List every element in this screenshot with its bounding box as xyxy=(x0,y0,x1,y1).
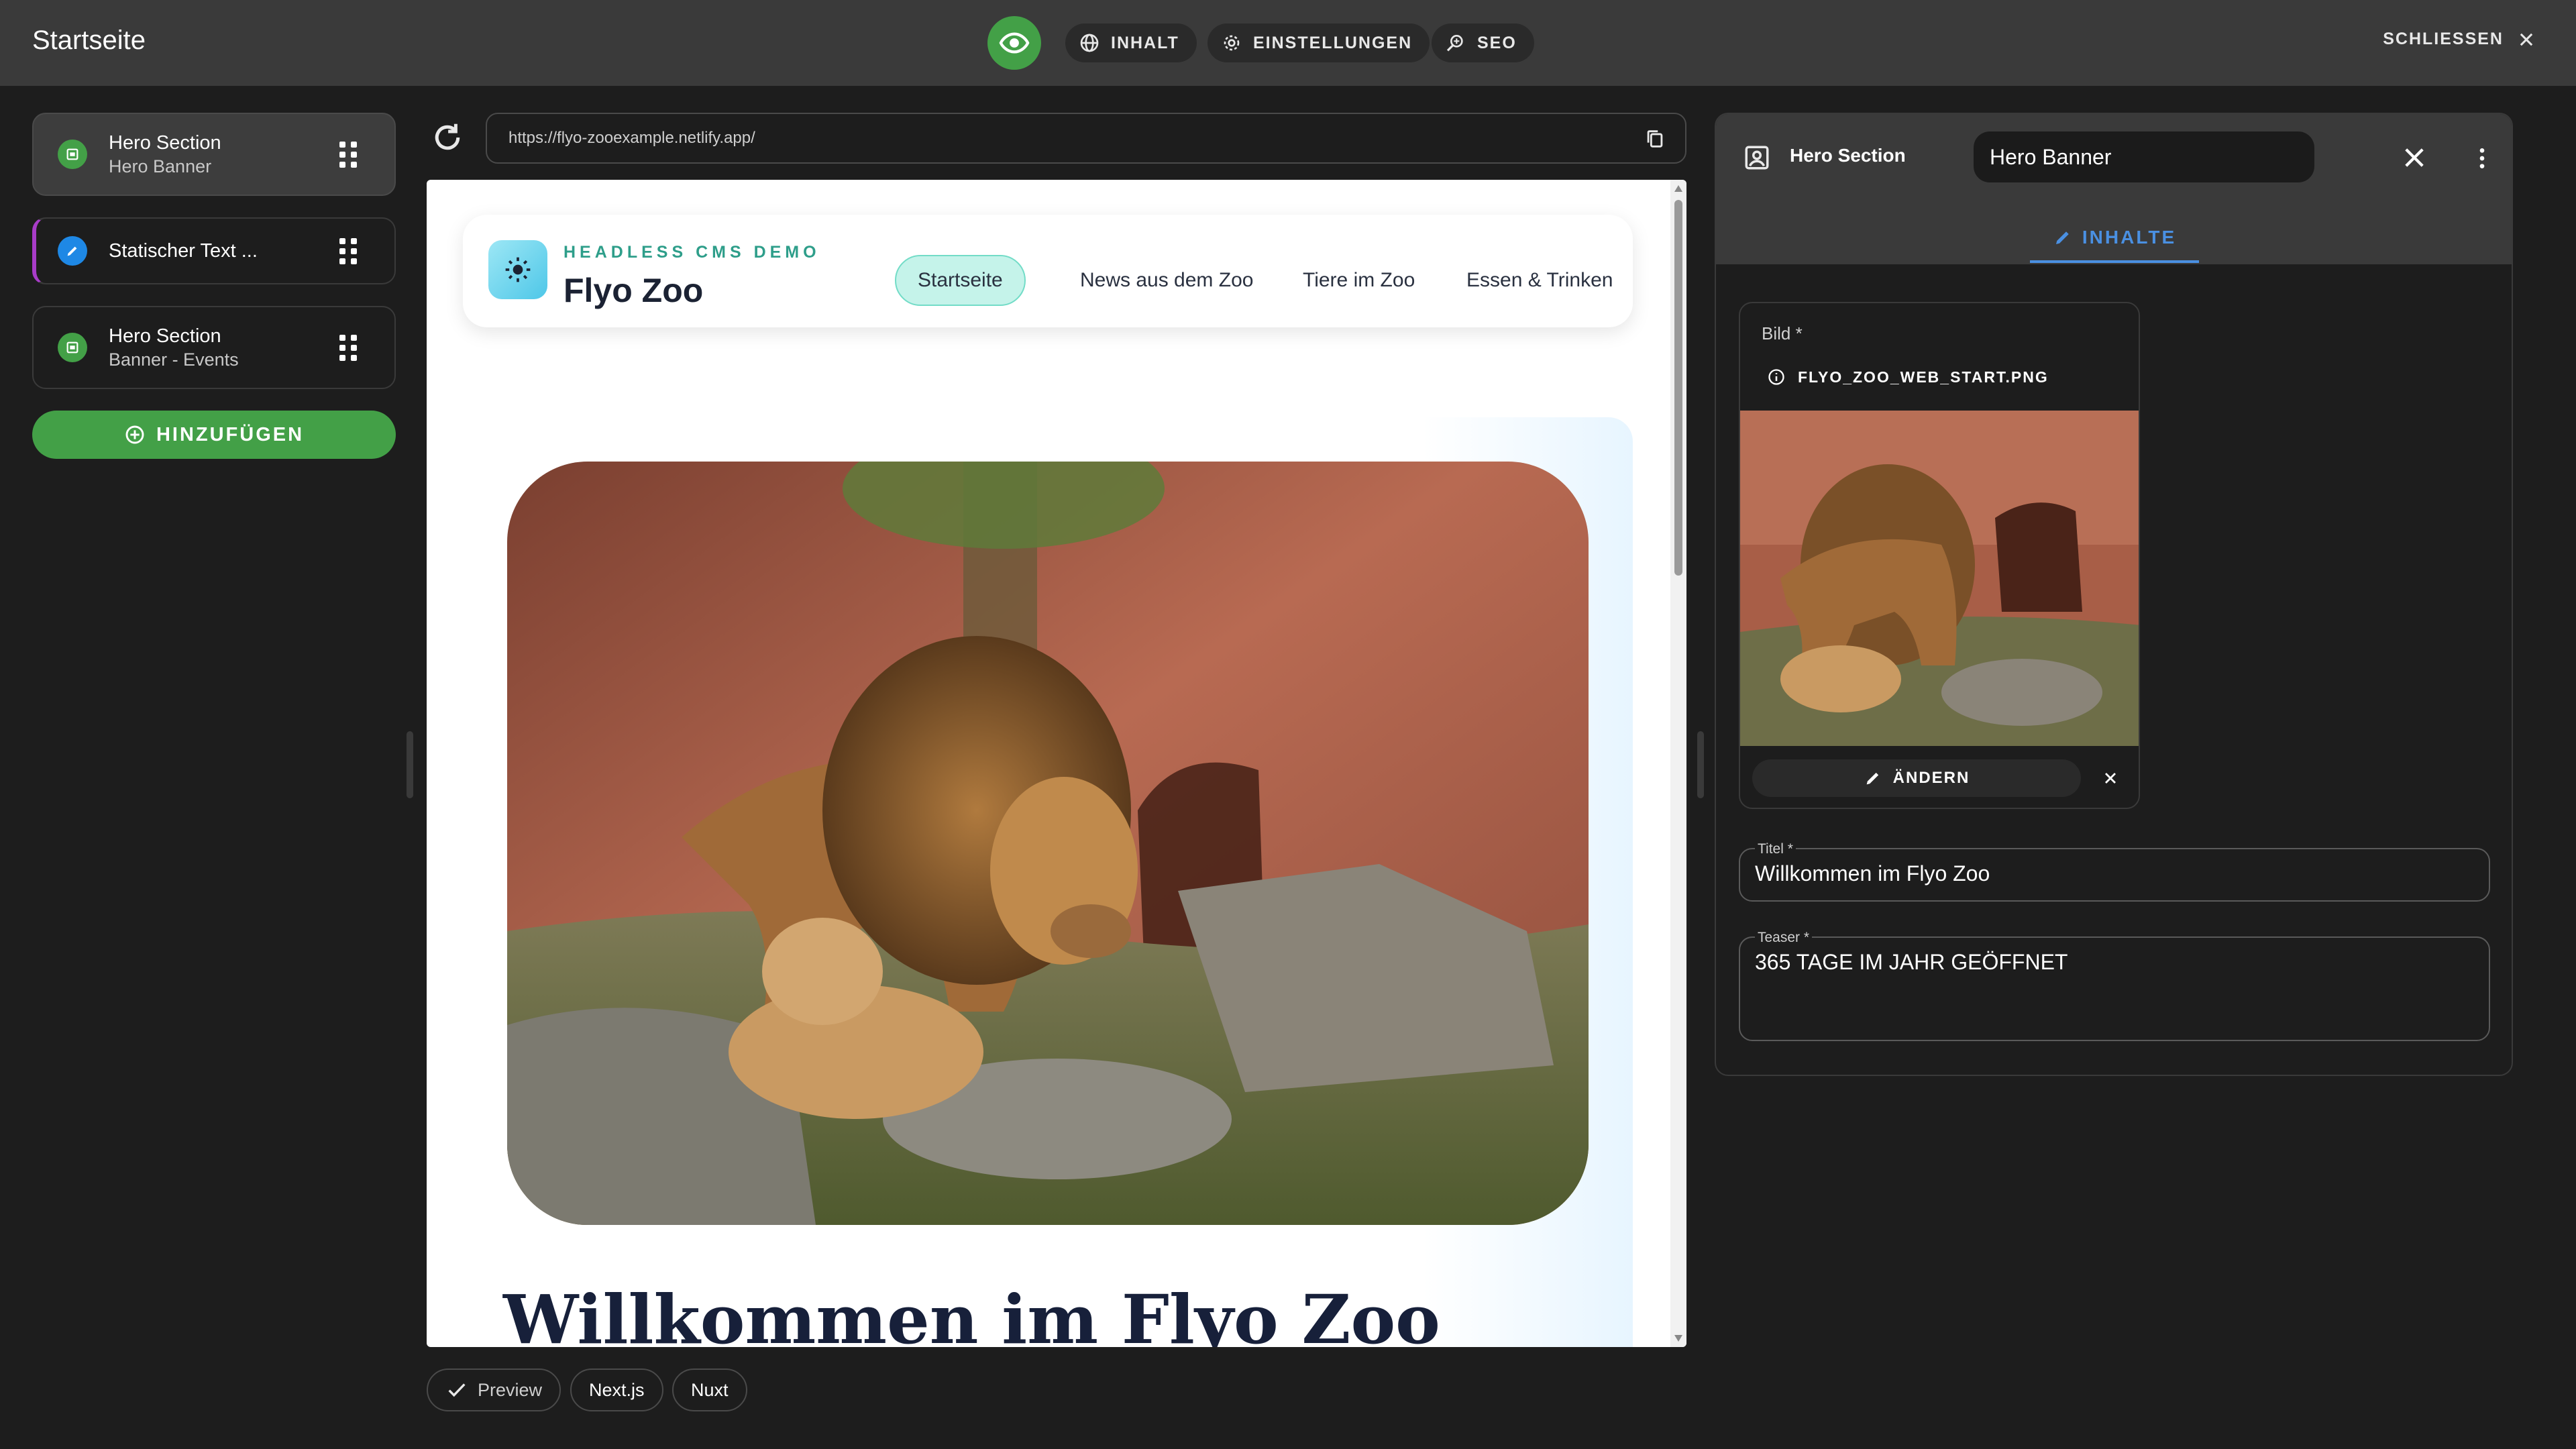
drag-handle-icon[interactable] xyxy=(339,333,360,362)
sidebar-item-title: Hero Section xyxy=(109,132,221,154)
globe-icon xyxy=(1080,34,1099,52)
tab-seo-label: SEO xyxy=(1477,33,1517,52)
scroll-up-icon[interactable] xyxy=(1674,185,1682,192)
sidebar-item-title: Statischer Text ... xyxy=(109,240,258,262)
teaser-field-label: Teaser * xyxy=(1755,930,1813,946)
scroll-down-icon[interactable] xyxy=(1674,1335,1682,1342)
sidebar-item-banner-events[interactable]: Hero Section Banner - Events xyxy=(32,306,396,389)
block-name-input[interactable]: Hero Banner xyxy=(1974,131,2314,182)
pencil-icon xyxy=(58,236,87,266)
drag-handle-icon[interactable] xyxy=(339,140,360,169)
seo-search-icon xyxy=(1446,34,1463,52)
hero-image xyxy=(507,462,1589,1225)
reload-button[interactable] xyxy=(429,119,466,156)
teaser-field[interactable]: Teaser * 365 TAGE IM JAHR GEÖFFNET xyxy=(1739,930,2490,1041)
site-nav-tiere[interactable]: Tiere im Zoo xyxy=(1303,255,1415,306)
framework-label: Preview xyxy=(478,1379,543,1400)
section-icon xyxy=(58,140,87,169)
site-navigation: HEADLESS CMS DEMO Flyo Zoo Startseite Ne… xyxy=(463,215,1633,327)
sidebar-item-static-text[interactable]: Statischer Text ... xyxy=(32,217,396,284)
site-nav-essen[interactable]: Essen & Trinken xyxy=(1466,255,1613,306)
sun-icon xyxy=(505,257,531,282)
pencil-icon xyxy=(2055,231,2069,244)
framework-chip-nuxt[interactable]: Nuxt xyxy=(672,1368,747,1411)
title-field[interactable]: Titel * Willkommen im Flyo Zoo xyxy=(1739,841,2490,902)
site-logo[interactable] xyxy=(488,240,547,299)
image-filename-text: FLYO_ZOO_WEB_START.PNG xyxy=(1798,368,2049,386)
pencil-icon xyxy=(1866,772,1878,785)
eye-icon xyxy=(999,32,1030,54)
left-resize-handle[interactable] xyxy=(407,731,413,798)
url-text: https://flyo-zooexample.netlify.app/ xyxy=(508,129,755,147)
tab-seo[interactable]: SEO xyxy=(1432,23,1534,62)
panel-header: Hero Section Hero Banner INHALTE xyxy=(1716,114,2512,264)
more-vert-icon[interactable] xyxy=(2469,145,2496,172)
framework-label: Next.js xyxy=(589,1379,645,1400)
title-field-value: Willkommen im Flyo Zoo xyxy=(1755,861,1990,885)
image-field-card: Bild * FLYO_ZOO_WEB_START.PNG ÄNDERN xyxy=(1739,302,2140,809)
section-icon xyxy=(1745,146,1769,170)
change-image-label: ÄNDERN xyxy=(1892,769,1970,787)
sidebar-item-title: Hero Section xyxy=(109,325,221,347)
preview-toggle-button[interactable] xyxy=(987,16,1041,70)
drag-handle-icon[interactable] xyxy=(339,236,360,266)
close-icon xyxy=(2520,33,2533,46)
scrollbar-thumb[interactable] xyxy=(1674,200,1682,576)
close-icon[interactable] xyxy=(2400,144,2428,172)
gear-icon xyxy=(1224,35,1240,51)
close-label: SCHLIESSEN xyxy=(2383,30,2504,48)
page-title: Startseite xyxy=(32,25,146,55)
change-image-button[interactable]: ÄNDERN xyxy=(1752,759,2081,797)
tab-inhalt-label: INHALT xyxy=(1111,33,1179,52)
site-kicker: HEADLESS CMS DEMO xyxy=(564,243,820,262)
image-filename[interactable]: FLYO_ZOO_WEB_START.PNG xyxy=(1767,368,2049,386)
url-bar[interactable]: https://flyo-zooexample.netlify.app/ xyxy=(486,113,1686,164)
site-nav-startseite[interactable]: Startseite xyxy=(895,255,1026,306)
add-circle-icon xyxy=(125,425,144,444)
reload-icon xyxy=(435,123,460,150)
website-preview[interactable]: HEADLESS CMS DEMO Flyo Zoo Startseite Ne… xyxy=(427,180,1686,1347)
teaser-field-value: 365 TAGE IM JAHR GEÖFFNET xyxy=(1755,950,2068,974)
remove-image-icon[interactable] xyxy=(2101,769,2120,788)
tab-inhalte-label: INHALTE xyxy=(2082,227,2177,248)
image-field-label: Bild * xyxy=(1762,323,1803,343)
section-icon xyxy=(58,333,87,362)
framework-label: Nuxt xyxy=(691,1379,729,1400)
site-name[interactable]: Flyo Zoo xyxy=(564,271,703,310)
add-block-button[interactable]: HINZUFÜGEN xyxy=(32,411,396,459)
image-thumbnail xyxy=(1740,411,2139,746)
panel-title: Hero Section xyxy=(1790,145,1906,166)
framework-chip-nextjs[interactable]: Next.js xyxy=(570,1368,663,1411)
block-editor-panel: Hero Section Hero Banner INHALTE Bild * … xyxy=(1715,113,2513,1076)
site-nav-news[interactable]: News aus dem Zoo xyxy=(1080,255,1253,306)
title-field-label: Titel * xyxy=(1755,841,1796,857)
sidebar-item-hero-banner[interactable]: Hero Section Hero Banner xyxy=(32,113,396,196)
hero-title: Willkommen im Flyo Zoo xyxy=(503,1280,1440,1347)
framework-chip-preview[interactable]: Preview xyxy=(427,1368,561,1411)
preview-scrollbar[interactable] xyxy=(1670,180,1686,1347)
copy-icon[interactable] xyxy=(1644,127,1666,150)
info-icon xyxy=(1768,369,1784,385)
tab-inhalt[interactable]: INHALT xyxy=(1065,23,1197,62)
tab-einstellungen[interactable]: EINSTELLUNGEN xyxy=(1208,23,1430,62)
add-block-label: HINZUFÜGEN xyxy=(156,423,305,445)
top-bar: Startseite INHALT EINSTELLUNGEN SEO SCHL… xyxy=(0,0,2576,86)
close-button[interactable]: SCHLIESSEN xyxy=(2383,30,2536,49)
tab-einstellungen-label: EINSTELLUNGEN xyxy=(1253,33,1413,52)
tab-inhalte[interactable]: INHALTE xyxy=(2030,215,2199,263)
sidebar-item-subtitle: Hero Banner xyxy=(109,156,212,176)
sidebar-item-subtitle: Banner - Events xyxy=(109,350,239,370)
right-resize-handle[interactable] xyxy=(1697,731,1704,798)
check-icon xyxy=(448,1383,466,1397)
